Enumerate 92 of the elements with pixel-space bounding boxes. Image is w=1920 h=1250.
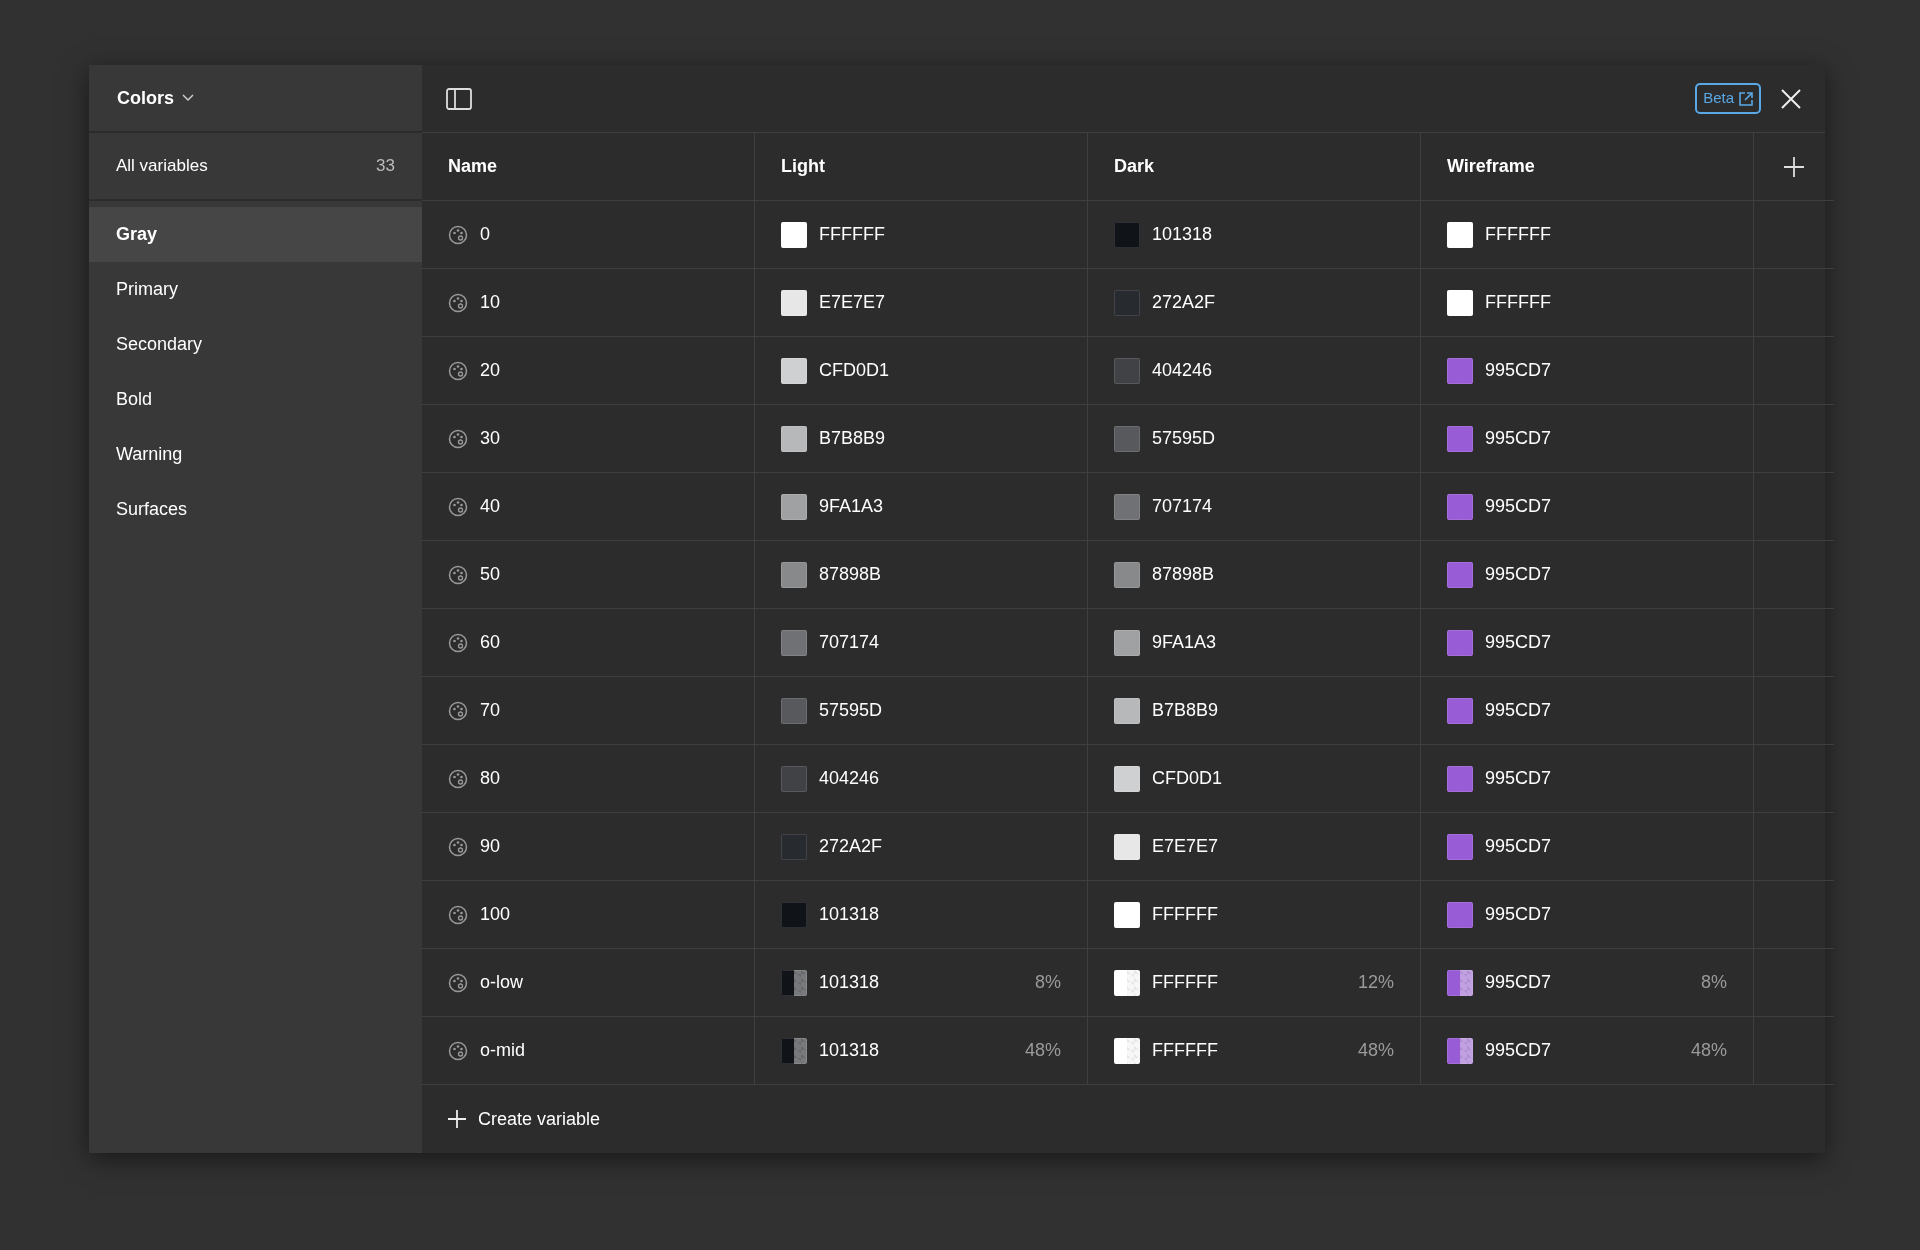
opacity-value: 48%	[1357, 1039, 1394, 1062]
hex-value: FFFFFF	[1485, 223, 1551, 246]
collection-dropdown[interactable]: Colors	[117, 84, 194, 112]
hex-value: CFD0D1	[1152, 767, 1222, 790]
palette-icon	[448, 768, 468, 789]
variable-name: 90	[480, 835, 501, 858]
group-item[interactable]: Bold	[89, 372, 422, 427]
hex-value: FFFFFF	[1152, 903, 1218, 926]
palette-icon	[448, 428, 468, 449]
group-item[interactable]: Primary	[89, 262, 422, 317]
hex-value: 995CD7	[1485, 699, 1552, 722]
palette-icon	[448, 564, 468, 585]
palette-icon	[448, 224, 468, 245]
hex-value: E7E7E7	[819, 291, 886, 314]
group-item[interactable]: Gray	[89, 207, 422, 262]
hex-value: 995CD7	[1485, 631, 1552, 654]
hex-value: 707174	[1152, 495, 1213, 518]
hex-value: 87898B	[1152, 563, 1215, 586]
opacity-value: 48%	[1024, 1039, 1061, 1062]
hex-value: 404246	[819, 767, 880, 790]
hex-value: 404246	[1152, 359, 1213, 382]
hex-value: 87898B	[819, 563, 882, 586]
variable-name: 0	[480, 223, 490, 246]
hex-value: FFFFFF	[1152, 971, 1218, 994]
hex-value: 101318	[819, 1039, 880, 1062]
group-item[interactable]: Surfaces	[89, 482, 422, 537]
variable-name: 10	[480, 291, 501, 314]
sidebar-panel-icon	[446, 87, 472, 110]
hex-value: 707174	[819, 631, 880, 654]
hex-value: 9FA1A3	[819, 495, 884, 518]
hex-value: 995CD7	[1485, 359, 1552, 382]
hex-value: CFD0D1	[819, 359, 889, 382]
palette-icon	[448, 1040, 468, 1061]
hex-value: 995CD7	[1485, 971, 1552, 994]
column-header: Name	[448, 155, 498, 178]
group-item[interactable]: Warning	[89, 427, 422, 482]
hex-value: B7B8B9	[819, 427, 886, 450]
column-header: Light	[781, 155, 825, 178]
opacity-value: 48%	[1690, 1039, 1727, 1062]
variable-name: o-mid	[480, 1039, 525, 1062]
variable-name: 40	[480, 495, 501, 518]
hex-value: FFFFFF	[1152, 1039, 1218, 1062]
hex-value: FFFFFF	[1485, 291, 1551, 314]
palette-icon	[448, 904, 468, 925]
palette-icon	[448, 972, 468, 993]
plus-icon	[1784, 156, 1804, 177]
hex-value: 57595D	[819, 699, 883, 722]
external-link-icon	[1739, 91, 1753, 106]
hex-value: 995CD7	[1485, 835, 1552, 858]
variable-name: 80	[480, 767, 501, 790]
close-icon	[1781, 88, 1801, 109]
variable-name: 50	[480, 563, 501, 586]
column-header: Dark	[1114, 155, 1155, 178]
hex-value: E7E7E7	[1152, 835, 1219, 858]
palette-icon	[448, 292, 468, 313]
chevron-down-icon	[182, 94, 194, 102]
hex-value: FFFFFF	[819, 223, 885, 246]
hex-value: 9FA1A3	[1152, 631, 1217, 654]
hex-value: 995CD7	[1485, 495, 1552, 518]
hex-value: 995CD7	[1485, 427, 1552, 450]
variable-name: o-low	[480, 971, 523, 994]
palette-icon	[448, 496, 468, 517]
hex-value: 272A2F	[1152, 291, 1216, 314]
hex-value: 57595D	[1152, 427, 1216, 450]
opacity-value: 8%	[1035, 971, 1061, 994]
opacity-value: 8%	[1701, 971, 1727, 994]
variable-name: 70	[480, 699, 501, 722]
hex-value: 272A2F	[819, 835, 883, 858]
hex-value: B7B8B9	[1152, 699, 1219, 722]
hex-value: 101318	[1152, 223, 1213, 246]
all-variables-item[interactable]: All variables	[116, 153, 208, 179]
variable-name: 60	[480, 631, 501, 654]
palette-icon	[448, 360, 468, 381]
column-header: Wireframe	[1447, 155, 1535, 178]
beta-link[interactable]: Beta	[1695, 83, 1761, 114]
hex-value: 101318	[819, 971, 880, 994]
hex-value: 995CD7	[1485, 1039, 1552, 1062]
variable-name: 30	[480, 427, 501, 450]
hex-value: 995CD7	[1485, 563, 1552, 586]
hex-value: 995CD7	[1485, 903, 1552, 926]
variable-name: 100	[480, 903, 511, 926]
palette-icon	[448, 632, 468, 653]
plus-icon	[448, 1110, 466, 1128]
group-item[interactable]: Secondary	[89, 317, 422, 372]
hex-value: 101318	[819, 903, 880, 926]
palette-icon	[448, 836, 468, 857]
palette-icon	[448, 700, 468, 721]
variable-count: 33	[376, 155, 395, 178]
hex-value: 995CD7	[1485, 767, 1552, 790]
opacity-value: 12%	[1357, 971, 1394, 994]
variable-name: 20	[480, 359, 501, 382]
create-variable-button[interactable]: Create variable	[448, 1105, 601, 1133]
